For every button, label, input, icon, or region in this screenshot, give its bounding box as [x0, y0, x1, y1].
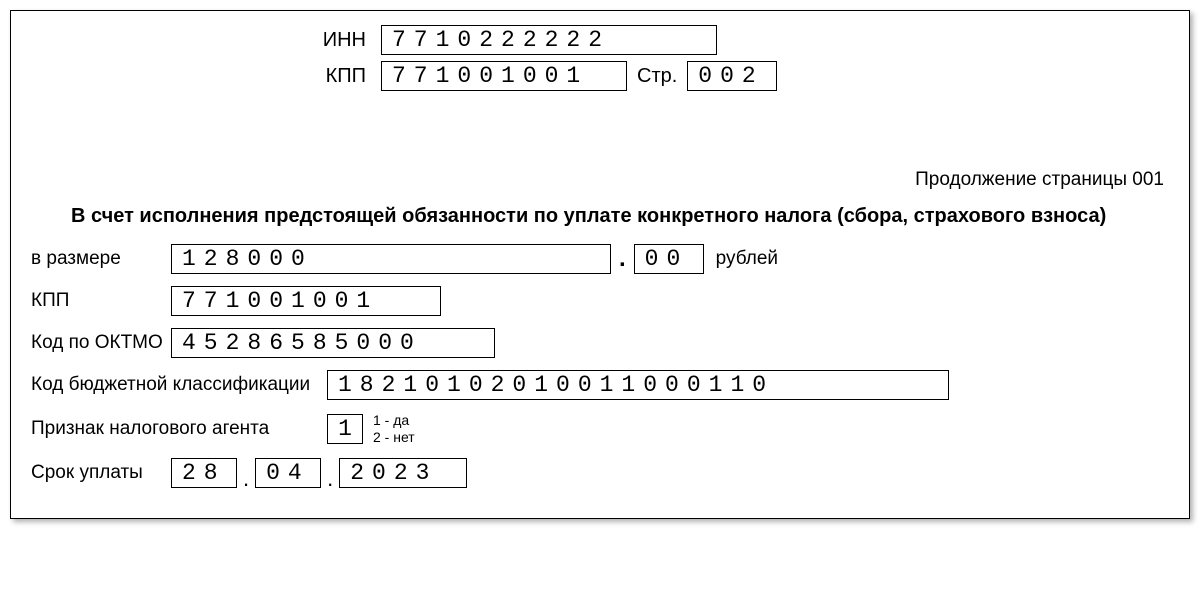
payment-date-day: 28: [171, 458, 237, 488]
date-separator-2: .: [327, 466, 333, 492]
amount-row: в размере 128000 . 00 рублей: [31, 244, 1169, 274]
payment-date-year: 2023: [339, 458, 467, 488]
page-value: 002: [687, 61, 777, 91]
agent-legend-yes: 1 - да: [373, 412, 415, 429]
tax-form-page: ИНН 7710222222 КПП 771001001 Стр. 002 Пр…: [10, 10, 1190, 519]
section-title: В счет исполнения предстоящей обязанност…: [71, 205, 1169, 228]
payment-date-row: Срок уплаты 28 . 04 . 2023: [31, 458, 1169, 488]
date-separator-1: .: [243, 466, 249, 492]
inn-label: ИНН: [311, 29, 366, 52]
page-label: Стр.: [637, 65, 677, 88]
kbk-value: 18210102010011000110: [327, 370, 949, 400]
currency-label: рублей: [716, 248, 778, 270]
kpp-body-label: КПП: [31, 290, 171, 312]
continuation-note: Продолжение страницы 001: [31, 169, 1164, 191]
payment-date-month: 04: [255, 458, 321, 488]
amount-separator: .: [619, 245, 626, 273]
kpp-header-row: КПП 771001001 Стр. 002: [31, 61, 1169, 91]
payment-date-label: Срок уплаты: [31, 462, 171, 484]
agent-row: Признак налогового агента 1 1 - да 2 - н…: [31, 412, 1169, 446]
kbk-row: Код бюджетной классификации 182101020100…: [31, 370, 1169, 400]
agent-legend: 1 - да 2 - нет: [373, 412, 415, 446]
inn-row: ИНН 7710222222: [31, 25, 1169, 55]
kpp-header-label: КПП: [311, 65, 366, 88]
kbk-label: Код бюджетной классификации: [31, 374, 327, 396]
kpp-header-value: 771001001: [381, 61, 627, 91]
oktmo-label: Код по ОКТМО: [31, 332, 171, 354]
oktmo-row: Код по ОКТМО 45286585000: [31, 328, 1169, 358]
agent-legend-no: 2 - нет: [373, 429, 415, 446]
inn-value: 7710222222: [381, 25, 717, 55]
agent-label: Признак налогового агента: [31, 418, 327, 440]
oktmo-value: 45286585000: [171, 328, 495, 358]
agent-value: 1: [327, 414, 363, 444]
amount-label: в размере: [31, 248, 171, 270]
amount-rubles: 128000: [171, 244, 611, 274]
kpp-body-value: 771001001: [171, 286, 441, 316]
kpp-body-row: КПП 771001001: [31, 286, 1169, 316]
amount-kopecks: 00: [634, 244, 704, 274]
